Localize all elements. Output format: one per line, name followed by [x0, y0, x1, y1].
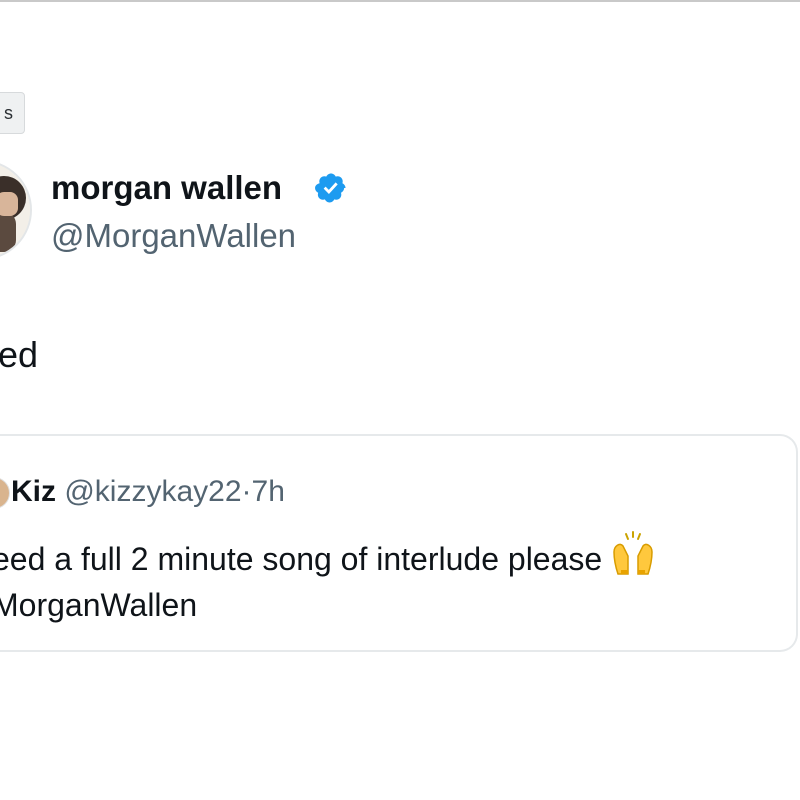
- quote-time[interactable]: 7h: [252, 475, 285, 508]
- quote-author-name[interactable]: Kiz: [11, 475, 56, 508]
- raising-hands-icon: [613, 531, 653, 575]
- author-handle[interactable]: @MorganWallen: [51, 216, 296, 256]
- quote-text: eed a full 2 minute song of interlude pl…: [0, 530, 656, 628]
- top-divider: [0, 0, 800, 2]
- quote-separator: ·: [241, 475, 252, 508]
- author-avatar[interactable]: [0, 160, 32, 260]
- author-display-name[interactable]: morgan wallen: [51, 168, 282, 208]
- quote-text-line-1: eed a full 2 minute song of interlude pl…: [0, 541, 603, 577]
- quote-author-handle[interactable]: @kizzykay22: [64, 475, 241, 508]
- tweet-screenshot: s morgan wallen @MorganWallen ed Kiz @ki…: [0, 0, 800, 800]
- verified-badge-icon: [315, 173, 346, 203]
- quote-header: Kiz @kizzykay22·7h: [11, 474, 285, 510]
- tag-button-label: s: [4, 103, 13, 123]
- quote-text-line-2: MorganWallen: [0, 587, 198, 623]
- tag-button[interactable]: s: [0, 92, 25, 134]
- tweet-text: ed: [0, 334, 39, 375]
